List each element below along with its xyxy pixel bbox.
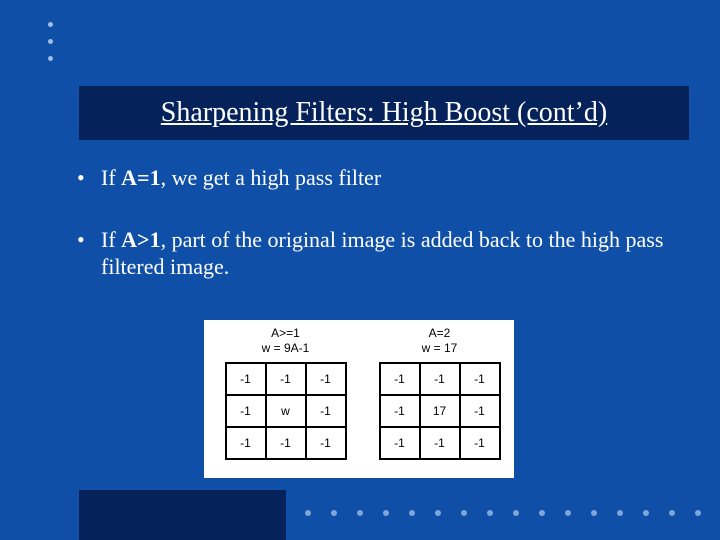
title-bar: Sharpening Filters: High Boost (cont’d)	[79, 86, 689, 140]
mask-cell: -1	[226, 363, 266, 395]
mask-cell: -1	[460, 363, 500, 395]
dot-icon	[695, 510, 701, 516]
bullet-text-rest: , we get a high pass filter	[161, 165, 382, 190]
mask-header: A=2 w = 17	[372, 326, 507, 356]
mask-cell: -1	[380, 363, 420, 395]
dot-icon	[305, 510, 311, 516]
dot-icon	[539, 510, 545, 516]
mask-cell: -1	[380, 395, 420, 427]
dot-icon	[48, 39, 53, 44]
filter-mask-figure: A>=1 w = 9A-1 -1 -1 -1 -1 w -1 -1 -1 -1 …	[204, 320, 514, 478]
mask-cell: 17	[420, 395, 460, 427]
dot-icon	[48, 56, 53, 61]
decor-dots-top-left	[48, 10, 53, 73]
dot-icon	[48, 22, 53, 27]
mask-grid: -1 -1 -1 -1 17 -1 -1 -1 -1	[379, 362, 501, 460]
dot-icon	[383, 510, 389, 516]
mask-panel-a2: A=2 w = 17 -1 -1 -1 -1 17 -1 -1 -1 -1	[372, 326, 507, 460]
mask-cell: -1	[306, 363, 346, 395]
dot-icon	[331, 510, 337, 516]
dot-icon	[461, 510, 467, 516]
bullet-item: If A=1, we get a high pass filter	[73, 164, 673, 192]
slide-body: If A=1, we get a high pass filter If A>1…	[73, 164, 673, 315]
mask-cell: -1	[460, 427, 500, 459]
bullet-text-strong: A=1	[121, 165, 160, 190]
dot-icon	[643, 510, 649, 516]
mask-cell: -1	[306, 395, 346, 427]
mask-cell: w	[266, 395, 306, 427]
mask-cell: -1	[266, 427, 306, 459]
slide-title: Sharpening Filters: High Boost (cont’d)	[161, 97, 607, 129]
dot-icon	[487, 510, 493, 516]
dot-icon	[409, 510, 415, 516]
mask-header-line1: A=2	[429, 326, 451, 340]
dot-icon	[669, 510, 675, 516]
mask-header-line2: w = 17	[422, 341, 458, 355]
slide: Sharpening Filters: High Boost (cont’d) …	[0, 0, 720, 540]
bullet-text-prefix: If	[101, 227, 121, 252]
dot-icon	[591, 510, 597, 516]
dot-icon	[357, 510, 363, 516]
mask-cell: -1	[306, 427, 346, 459]
mask-cell: -1	[226, 395, 266, 427]
dot-icon	[565, 510, 571, 516]
mask-header-line1: A>=1	[271, 326, 300, 340]
bullet-text-rest: , part of the original image is added ba…	[101, 227, 663, 280]
mask-cell: -1	[226, 427, 266, 459]
dot-icon	[617, 510, 623, 516]
mask-cell: -1	[420, 427, 460, 459]
bullet-text-prefix: If	[101, 165, 121, 190]
mask-panel-general: A>=1 w = 9A-1 -1 -1 -1 -1 w -1 -1 -1 -1	[218, 326, 353, 460]
mask-header: A>=1 w = 9A-1	[218, 326, 353, 356]
bullet-text-strong: A>1	[121, 227, 160, 252]
mask-cell: -1	[460, 395, 500, 427]
mask-header-line2: w = 9A-1	[262, 341, 310, 355]
mask-cell: -1	[266, 363, 306, 395]
dot-icon	[435, 510, 441, 516]
mask-cell: -1	[380, 427, 420, 459]
decor-dots-bottom-right	[305, 510, 701, 516]
mask-grid: -1 -1 -1 -1 w -1 -1 -1 -1	[225, 362, 347, 460]
bullet-item: If A>1, part of the original image is ad…	[73, 226, 673, 281]
decor-footer-block	[79, 490, 286, 540]
dot-icon	[513, 510, 519, 516]
mask-cell: -1	[420, 363, 460, 395]
